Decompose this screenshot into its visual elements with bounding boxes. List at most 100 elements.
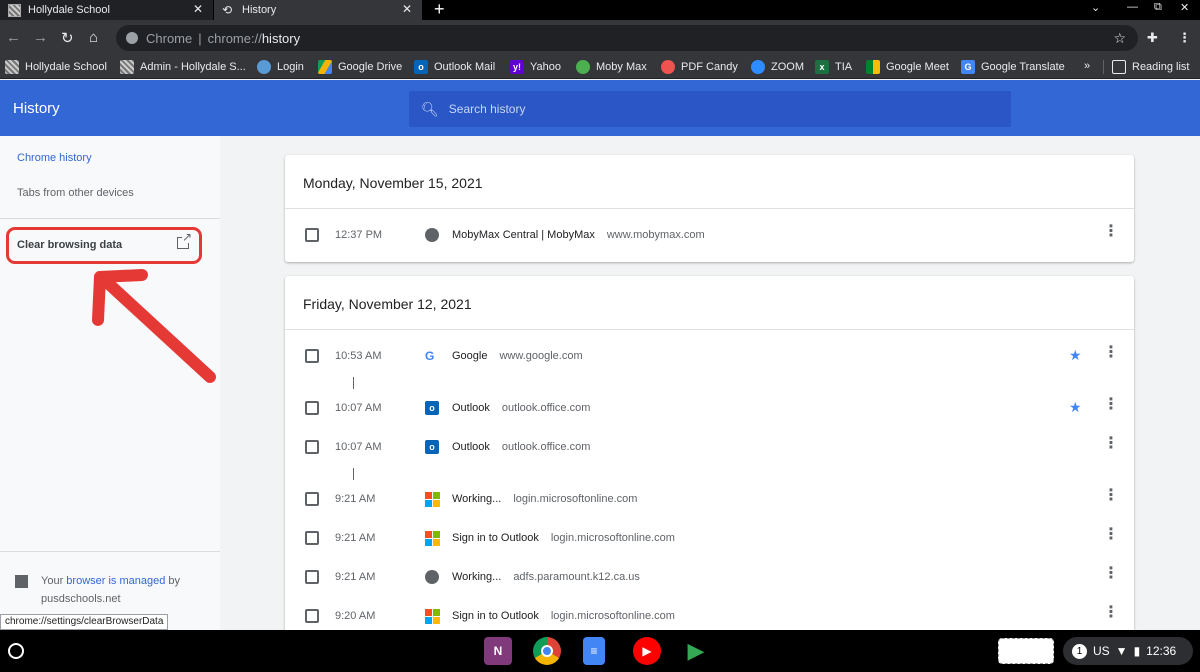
entry-link[interactable]: Working... adfs.paramount.k12.ca.us — [452, 571, 640, 583]
history-entry[interactable]: 10:07 AM o Outlook outlook.office.com ★ ⋮ — [285, 394, 1134, 424]
address-bar[interactable]: Chrome | chrome://history ☆ — [116, 25, 1138, 51]
history-entry[interactable]: 9:21 AM Sign in to Outlook login.microsof… — [285, 524, 1134, 554]
entry-link[interactable]: Sign in to Outlook login.microsoftonline.… — [452, 610, 675, 622]
history-entry[interactable]: 9:20 AM Sign in to Outlook login.microsof… — [285, 602, 1134, 632]
entry-checkbox[interactable] — [305, 492, 319, 506]
history-entry[interactable]: 10:07 AM o Outlook outlook.office.com ⋮ — [285, 433, 1134, 463]
more-bookmarks-button[interactable]: » — [1084, 60, 1090, 72]
entry-checkbox[interactable] — [305, 401, 319, 415]
more-menu-icon[interactable]: ⋮ — [1178, 30, 1191, 46]
close-icon[interactable]: ✕ — [193, 2, 203, 16]
translate-icon: G — [961, 60, 975, 74]
more-actions-icon[interactable]: ⋮ — [1103, 436, 1119, 452]
bookmarked-star-icon[interactable]: ★ — [1069, 347, 1082, 364]
managed-link[interactable]: browser is managed — [66, 575, 165, 587]
school-icon — [8, 3, 21, 17]
clock: 12:36 — [1146, 644, 1177, 658]
managed-suffix: by — [168, 575, 181, 587]
history-entry[interactable]: 10:53 AM G Google www.google.com ★ ⋮ — [285, 342, 1134, 372]
entry-domain: outlook.office.com — [501, 402, 591, 414]
tab-hollydale-school[interactable]: Hollydale School ✕ — [0, 0, 213, 20]
bookmark-star-icon[interactable]: ☆ — [1113, 30, 1126, 47]
bookmark-item[interactable]: PDF Candy — [661, 60, 738, 74]
bookmark-item[interactable]: Hollydale School — [5, 60, 107, 74]
sidebar-item-chrome-history[interactable]: Chrome history — [17, 152, 92, 164]
history-entry[interactable]: 9:21 AM Working... login.microsoftonline.… — [285, 485, 1134, 515]
entry-checkbox[interactable] — [305, 570, 319, 584]
onenote-icon[interactable]: N — [484, 637, 512, 665]
session-gap-line — [353, 468, 354, 480]
entry-checkbox[interactable] — [305, 228, 319, 242]
search-box[interactable]: 🔍︎ — [409, 91, 1011, 127]
launcher-icon[interactable] — [8, 643, 24, 659]
entry-checkbox[interactable] — [305, 531, 319, 545]
more-actions-icon[interactable]: ⋮ — [1103, 345, 1119, 361]
bookmark-item[interactable]: Google Meet — [866, 60, 949, 74]
bookmark-item[interactable]: G Google Translate — [961, 60, 1065, 74]
bookmark-item[interactable]: Admin - Hollydale S... — [120, 60, 246, 74]
entry-checkbox[interactable] — [305, 349, 319, 363]
clear-browsing-data-button[interactable]: Clear browsing data — [6, 227, 202, 264]
notification-thumbnail[interactable] — [998, 638, 1054, 664]
chrome-icon[interactable] — [533, 637, 561, 665]
entry-checkbox[interactable] — [305, 609, 319, 623]
bookmark-label: Google Meet — [886, 61, 949, 73]
open-in-new-icon — [177, 231, 192, 249]
meet-icon — [866, 60, 880, 74]
bookmark-label: Yahoo — [530, 61, 561, 73]
history-entry[interactable]: 9:21 AM Working... adfs.paramount.k12.ca.… — [285, 563, 1134, 593]
youtube-icon[interactable]: ▶ — [633, 637, 661, 665]
home-icon[interactable]: ⌂ — [89, 29, 98, 46]
tab-search-icon[interactable]: ⌄ — [1091, 1, 1100, 14]
bookmark-label: ZOOM — [771, 61, 804, 73]
cloud-icon — [257, 60, 271, 74]
restore-icon[interactable]: ⧉ — [1154, 1, 1162, 14]
history-entry[interactable]: 12:37 PM MobyMax Central | MobyMax www.mo… — [285, 221, 1134, 251]
more-actions-icon[interactable]: ⋮ — [1103, 527, 1119, 543]
bookmark-item[interactable]: o Outlook Mail — [414, 60, 495, 74]
back-icon[interactable]: ← — [6, 29, 21, 46]
close-icon[interactable]: ✕ — [402, 2, 412, 16]
search-input[interactable] — [448, 102, 989, 116]
history-header: History 🔍︎ — [0, 80, 1200, 136]
url-path: history — [261, 30, 301, 46]
globe-icon — [425, 570, 439, 584]
play-store-icon[interactable]: ▶ — [682, 637, 710, 665]
more-actions-icon[interactable]: ⋮ — [1103, 566, 1119, 582]
bookmark-item[interactable]: y! Yahoo — [510, 60, 561, 74]
entry-link[interactable]: Sign in to Outlook login.microsoftonline.… — [452, 532, 675, 544]
entry-checkbox[interactable] — [305, 440, 319, 454]
extensions-icon[interactable]: ✚ — [1147, 30, 1158, 46]
more-actions-icon[interactable]: ⋮ — [1103, 605, 1119, 621]
school-icon — [5, 60, 19, 74]
battery-icon: ▮ — [1133, 644, 1141, 658]
entry-link[interactable]: Outlook outlook.office.com — [452, 441, 590, 453]
entry-link[interactable]: MobyMax Central | MobyMax www.mobymax.com — [452, 229, 705, 241]
status-tray[interactable]: 1 US ▼ ▮ 12:36 — [1063, 637, 1193, 665]
sidebar-item-tabs-other-devices[interactable]: Tabs from other devices — [17, 187, 134, 199]
bookmark-item[interactable]: Moby Max — [576, 60, 647, 74]
entry-time: 10:07 AM — [335, 441, 382, 453]
minimize-icon[interactable]: — — [1127, 1, 1138, 13]
more-actions-icon[interactable]: ⋮ — [1103, 488, 1119, 504]
more-actions-icon[interactable]: ⋮ — [1103, 397, 1119, 413]
tab-history[interactable]: ⟲ History ✕ — [214, 0, 422, 20]
entry-link[interactable]: Google www.google.com — [452, 350, 583, 362]
reload-icon[interactable]: ↻ — [61, 29, 74, 47]
new-tab-icon[interactable]: + — [434, 0, 445, 20]
outlook-icon: o — [425, 440, 439, 454]
forward-icon[interactable]: → — [33, 29, 48, 46]
entry-title: Working... — [452, 571, 502, 583]
docs-icon[interactable]: ≡ — [583, 637, 605, 665]
entry-link[interactable]: Working... login.microsoftonline.com — [452, 493, 637, 505]
bookmark-item[interactable]: x TIA — [815, 60, 852, 74]
bookmarked-star-icon[interactable]: ★ — [1069, 399, 1082, 416]
entry-link[interactable]: Outlook outlook.office.com — [452, 402, 590, 414]
outlook-icon: o — [425, 401, 439, 415]
bookmark-item[interactable]: Google Drive — [318, 60, 402, 74]
bookmark-item[interactable]: Login — [257, 60, 304, 74]
more-actions-icon[interactable]: ⋮ — [1103, 224, 1119, 240]
bookmark-item[interactable]: ZOOM — [751, 60, 804, 74]
reading-list-button[interactable]: Reading list — [1103, 60, 1189, 74]
close-window-icon[interactable]: ✕ — [1180, 1, 1189, 14]
